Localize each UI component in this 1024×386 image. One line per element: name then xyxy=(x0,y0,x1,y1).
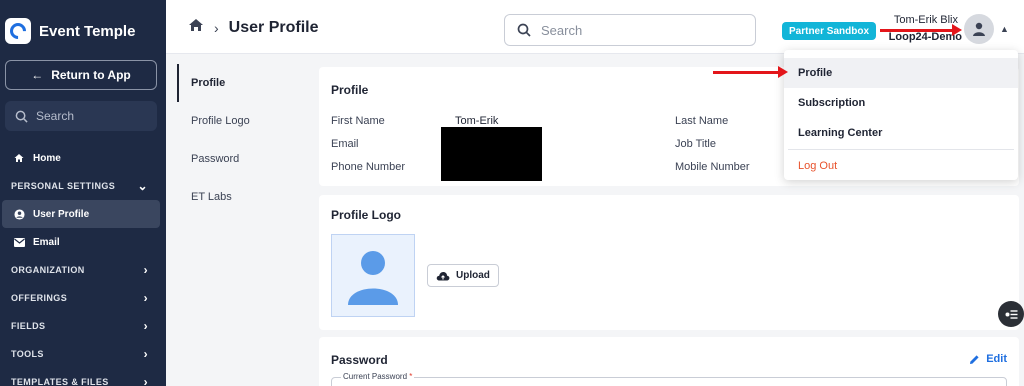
brand[interactable]: Event Temple xyxy=(5,14,135,48)
top-bar: › User Profile Search Partner Sandbox To… xyxy=(166,0,1024,54)
edit-password-button[interactable]: Edit xyxy=(969,353,1007,365)
email-label: Email xyxy=(331,138,359,150)
first-name-value: Tom-Erik xyxy=(455,115,499,127)
return-to-app-button[interactable]: ← Return to App xyxy=(5,60,157,90)
user-icon xyxy=(973,22,985,36)
search-placeholder: Search xyxy=(541,22,583,38)
upload-button[interactable]: Upload xyxy=(427,264,499,287)
floating-filter-button[interactable] xyxy=(998,301,1024,327)
chevron-right-icon: › xyxy=(214,19,219,36)
profile-logo-card-title: Profile Logo xyxy=(331,208,401,222)
home-icon[interactable] xyxy=(188,18,204,37)
chevron-right-icon: › xyxy=(143,263,148,277)
sidebar-section-label: FIELDS xyxy=(11,321,46,331)
page-title: User Profile xyxy=(228,18,319,36)
sidebar-section-offerings[interactable]: OFFERINGS › xyxy=(0,284,166,312)
mobile-number-label: Mobile Number xyxy=(675,161,750,173)
sidebar-item-home[interactable]: Home xyxy=(0,144,166,172)
settings-subnav: Profile Profile Logo Password ET Labs xyxy=(177,64,307,216)
sidebar-section-organization[interactable]: ORGANIZATION › xyxy=(0,256,166,284)
chevron-down-icon: ⌄ xyxy=(137,179,148,193)
sidebar-section-label: OFFERINGS xyxy=(11,293,68,303)
subnav-item-profile-logo[interactable]: Profile Logo xyxy=(177,102,307,140)
first-name-label: First Name xyxy=(331,115,385,127)
return-to-app-label: Return to App xyxy=(51,68,131,82)
current-password-label: Current Password * xyxy=(341,372,415,381)
annotation-arrow-to-profile xyxy=(713,66,788,78)
user-placeholder-icon xyxy=(348,250,398,305)
partner-sandbox-badge: Partner Sandbox xyxy=(782,22,877,40)
password-card-title: Password xyxy=(331,353,388,367)
chevron-right-icon: › xyxy=(143,319,148,333)
user-menu-dropdown: Profile Subscription Learning Center Log… xyxy=(784,50,1018,180)
password-card: Password Edit Current Password * xyxy=(319,337,1019,386)
pencil-icon xyxy=(970,354,979,364)
subnav-item-et-labs[interactable]: ET Labs xyxy=(177,178,307,216)
home-icon xyxy=(13,153,25,163)
sidebar: Event Temple ← Return to App Search Home… xyxy=(0,0,166,386)
menu-item-log-out[interactable]: Log Out xyxy=(784,151,1018,181)
search-icon xyxy=(517,23,531,37)
search-icon xyxy=(15,110,28,123)
sidebar-search-placeholder: Search xyxy=(36,109,75,123)
arrow-left-icon: ← xyxy=(31,68,44,82)
cloud-upload-icon xyxy=(436,271,450,280)
menu-item-learning-center[interactable]: Learning Center xyxy=(784,118,1018,148)
profile-logo-placeholder xyxy=(331,234,415,317)
phone-number-label: Phone Number xyxy=(331,161,405,173)
profile-logo-card: Profile Logo Upload xyxy=(319,195,1019,330)
search-input[interactable]: Search xyxy=(504,14,756,46)
list-filter-icon xyxy=(1005,309,1017,319)
sidebar-section-templates-files[interactable]: TEMPLATES & FILES › xyxy=(0,368,166,386)
last-name-label: Last Name xyxy=(675,115,729,127)
upload-label: Upload xyxy=(456,270,490,281)
profile-card-title: Profile xyxy=(331,83,369,97)
user-name[interactable]: Tom-Erik Blix xyxy=(892,14,958,26)
sidebar-section-label: PERSONAL SETTINGS xyxy=(11,181,116,191)
sidebar-section-label: ORGANIZATION xyxy=(11,265,85,275)
sidebar-section-fields[interactable]: FIELDS › xyxy=(0,312,166,340)
sidebar-section-label: TOOLS xyxy=(11,349,44,359)
sidebar-section-personal-settings[interactable]: PERSONAL SETTINGS ⌄ xyxy=(0,172,166,200)
menu-item-subscription[interactable]: Subscription xyxy=(784,88,1018,118)
menu-item-profile[interactable]: Profile xyxy=(784,58,1018,88)
chevron-right-icon: › xyxy=(143,375,148,386)
caret-up-icon[interactable]: ▲ xyxy=(1000,24,1009,34)
sidebar-item-label: Email xyxy=(33,236,60,248)
subnav-item-profile[interactable]: Profile xyxy=(177,64,307,102)
user-organization[interactable]: Loop24-Demo xyxy=(882,31,962,43)
menu-divider xyxy=(788,149,1014,150)
redacted-block xyxy=(441,127,542,181)
sidebar-item-label: Home xyxy=(33,152,61,164)
sidebar-section-tools[interactable]: TOOLS › xyxy=(0,340,166,368)
breadcrumb: › User Profile xyxy=(188,18,318,37)
sidebar-item-label: User Profile xyxy=(33,208,90,220)
job-title-label: Job Title xyxy=(675,138,716,150)
brand-name: Event Temple xyxy=(39,22,136,40)
event-temple-logo-icon xyxy=(5,18,31,44)
envelope-icon xyxy=(13,237,25,247)
user-avatar-button[interactable] xyxy=(964,14,994,44)
annotation-arrow-to-avatar xyxy=(880,24,962,36)
edit-label: Edit xyxy=(986,353,1007,365)
sidebar-search-input[interactable]: Search xyxy=(5,101,157,131)
chevron-right-icon: › xyxy=(143,291,148,305)
sidebar-item-email[interactable]: Email xyxy=(0,228,166,256)
sidebar-item-user-profile[interactable]: User Profile xyxy=(2,200,160,228)
chevron-right-icon: › xyxy=(143,347,148,361)
sidebar-section-label: TEMPLATES & FILES xyxy=(11,377,109,386)
user-circle-icon xyxy=(13,208,25,220)
subnav-item-password[interactable]: Password xyxy=(177,140,307,178)
current-password-field[interactable] xyxy=(331,377,1007,386)
